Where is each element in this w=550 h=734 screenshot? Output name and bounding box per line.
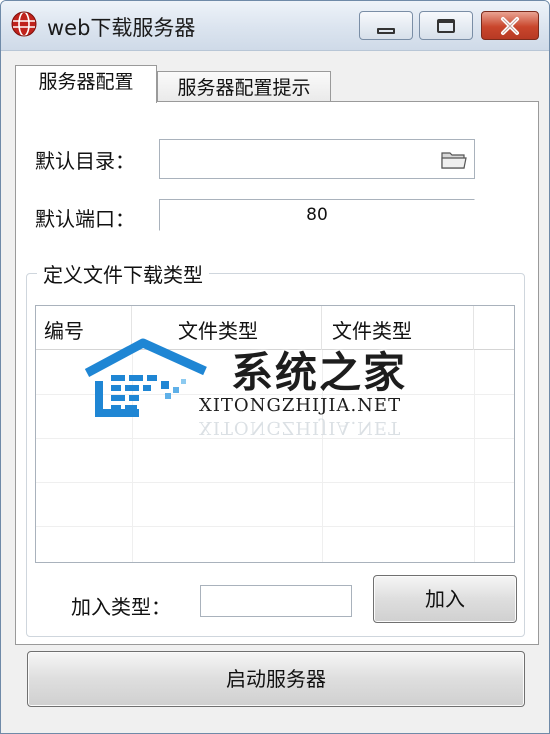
globe-icon (11, 11, 37, 37)
house-logo-icon (84, 338, 207, 417)
minimize-button[interactable] (359, 11, 413, 40)
watermark-en-reflection: XITONGZHIJIA.NET (199, 417, 402, 438)
default-port-label: 默认端口： (35, 207, 135, 231)
add-type-input[interactable] (200, 585, 352, 617)
close-icon (501, 16, 519, 35)
grid-line (36, 526, 514, 527)
watermark: 系统之家 XITONGZHIJIA.NET XITONGZHIJIA.NET (81, 331, 481, 441)
add-type-label: 加入类型： (71, 595, 171, 619)
title-bar[interactable]: web下载服务器 (1, 1, 549, 51)
file-types-group-title: 定义文件下载类型 (37, 259, 209, 288)
default-dir-input[interactable] (159, 139, 475, 179)
grid-line (36, 482, 514, 483)
tab-server-config[interactable]: 服务器配置 (15, 65, 157, 103)
app-window: web下载服务器 服务器配置 服务器配置提示 默认目录： 默认端口： 80 定义… (0, 0, 550, 734)
default-port-input[interactable]: 80 (159, 199, 475, 231)
maximize-icon (437, 18, 455, 33)
add-button[interactable]: 加入 (373, 575, 517, 623)
default-port-value: 80 (306, 205, 328, 225)
start-server-button[interactable]: 启动服务器 (27, 651, 525, 707)
folder-icon[interactable] (440, 148, 468, 170)
default-dir-label: 默认目录： (35, 149, 135, 173)
close-button[interactable] (481, 11, 539, 40)
window-title: web下载服务器 (47, 16, 196, 40)
watermark-cn-text: 系统之家 (231, 348, 408, 397)
tab-server-config-tips[interactable]: 服务器配置提示 (157, 71, 331, 105)
maximize-button[interactable] (419, 11, 473, 40)
watermark-en-text: XITONGZHIJIA.NET (199, 395, 402, 416)
minimize-icon (377, 27, 395, 34)
